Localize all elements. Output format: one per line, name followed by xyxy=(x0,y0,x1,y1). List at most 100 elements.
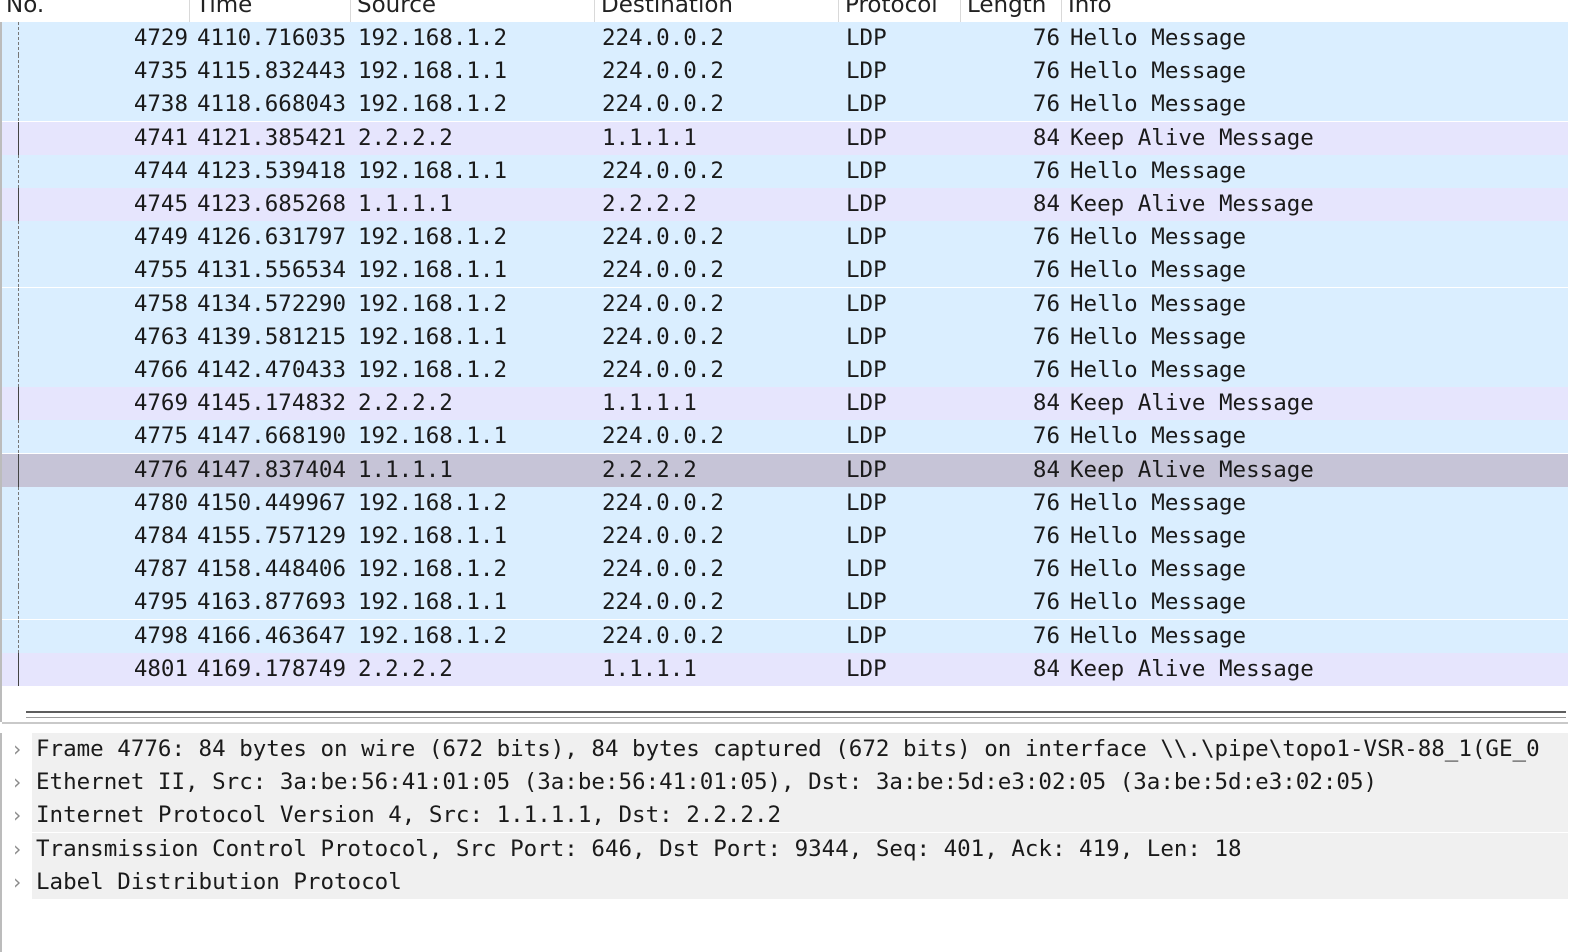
packet-row[interactable]: 4784 4155.757129 192.168.1.1 224.0.0.2 LDP 76… xyxy=(2,520,1568,553)
column-header-protocol[interactable]: Protocol xyxy=(839,0,961,22)
chevron-right-icon[interactable]: › xyxy=(11,766,25,799)
detail-tree-item[interactable]: › Transmission Control Protocol, Src Port… xyxy=(2,832,1568,866)
packet-row[interactable]: 4755 4131.556534 192.168.1.1 224.0.0.2 LDP 76… xyxy=(2,254,1568,288)
packet-time: 4131.556534 xyxy=(197,257,347,284)
related-packet-line xyxy=(18,652,19,686)
packet-row[interactable]: 4744 4123.539418 192.168.1.1 224.0.0.2 LDP 76… xyxy=(2,154,1568,188)
packet-info: Hello Message xyxy=(1070,357,1247,383)
column-header-no[interactable]: No. xyxy=(0,0,190,22)
packet-destination: 2.2.2.2 xyxy=(602,191,697,217)
packet-list[interactable]: 4729 4110.716035 192.168.1.2 224.0.0.2 LDP 76… xyxy=(0,22,1588,722)
packet-row[interactable]: 4741 4121.385421 2.2.2.2 1.1.1.1 LDP 84 Keep A… xyxy=(2,121,1568,155)
packet-row[interactable]: 4758 4134.572290 192.168.1.2 224.0.0.2 LDP 76… xyxy=(2,287,1568,321)
packet-source: 192.168.1.2 xyxy=(358,357,508,383)
packet-protocol: LDP xyxy=(846,456,887,483)
pane-splitter[interactable] xyxy=(2,722,1568,724)
packet-protocol: LDP xyxy=(846,224,887,251)
packet-length: 84 xyxy=(1032,124,1060,151)
detail-tree-item-label: Label Distribution Protocol xyxy=(36,868,402,895)
packet-row[interactable]: 4798 4166.463647 192.168.1.2 224.0.0.2 LDP 76… xyxy=(2,619,1568,653)
packet-length: 76 xyxy=(1032,556,1060,583)
packet-protocol: LDP xyxy=(846,523,887,549)
packet-row[interactable]: 4775 4147.668190 192.168.1.1 224.0.0.2 LDP 76… xyxy=(2,420,1568,454)
packet-protocol: LDP xyxy=(846,124,887,151)
related-packet-line xyxy=(18,154,19,188)
detail-tree-item[interactable]: › Frame 4776: 84 bytes on wire (672 bits)… xyxy=(2,733,1568,766)
packet-row[interactable]: 4787 4158.448406 192.168.1.2 224.0.0.2 LDP 76… xyxy=(2,553,1568,587)
packet-no: 4763 xyxy=(133,323,188,350)
detail-tree-item[interactable]: › Internet Protocol Version 4, Src: 1.1.1… xyxy=(2,799,1568,833)
column-header-destination[interactable]: Destination xyxy=(595,0,839,22)
packet-destination: 224.0.0.2 xyxy=(602,489,724,516)
packet-info: Hello Message xyxy=(1070,91,1247,118)
packet-source: 1.1.1.1 xyxy=(358,456,453,483)
column-header-info[interactable]: Info xyxy=(1062,0,1588,22)
detail-tree-item[interactable]: › Ethernet II, Src: 3a:be:56:41:01:05 (3a… xyxy=(2,766,1568,800)
packet-row[interactable]: 4769 4145.174832 2.2.2.2 1.1.1.1 LDP 84 Keep A… xyxy=(2,387,1568,421)
packet-length: 76 xyxy=(1032,423,1060,450)
column-header-time[interactable]: Time xyxy=(190,0,351,22)
chevron-right-icon[interactable]: › xyxy=(11,733,25,766)
packet-time: 4123.685268 xyxy=(197,191,347,217)
packet-length: 84 xyxy=(1032,390,1060,417)
packet-row[interactable]: 4735 4115.832443 192.168.1.1 224.0.0.2 LDP 76… xyxy=(2,55,1568,89)
packet-destination: 2.2.2.2 xyxy=(602,456,697,483)
packet-length: 76 xyxy=(1032,91,1060,118)
packet-row[interactable]: 4749 4126.631797 192.168.1.2 224.0.0.2 LDP 76… xyxy=(2,221,1568,255)
packet-protocol: LDP xyxy=(846,390,887,417)
packet-protocol: LDP xyxy=(846,589,887,616)
packet-protocol: LDP xyxy=(846,58,887,85)
packet-destination: 224.0.0.2 xyxy=(602,323,724,350)
column-header-protocol-label: Protocol xyxy=(845,0,938,18)
detail-tree-item[interactable]: › Label Distribution Protocol xyxy=(2,865,1568,899)
packet-time: 4110.716035 xyxy=(197,25,347,51)
detail-tree-item-label: Internet Protocol Version 4, Src: 1.1.1.… xyxy=(36,802,782,829)
packet-row[interactable]: 4745 4123.685268 1.1.1.1 2.2.2.2 LDP 84 Keep A… xyxy=(2,188,1568,221)
column-header-source-label: Source xyxy=(357,0,436,18)
packet-row-selected[interactable]: 4776 4147.837404 1.1.1.1 2.2.2.2 LDP 84 Keep A… xyxy=(2,453,1568,487)
packet-info: Keep Alive Message xyxy=(1070,655,1314,682)
packet-details-tree[interactable]: › Frame 4776: 84 bytes on wire (672 bits)… xyxy=(0,733,1588,952)
packet-protocol: LDP xyxy=(846,91,887,118)
packet-length: 76 xyxy=(1032,323,1060,350)
packet-row[interactable]: 4766 4142.470433 192.168.1.2 224.0.0.2 LDP 76… xyxy=(2,354,1568,387)
packet-time: 4123.539418 xyxy=(197,157,347,184)
column-header-time-label: Time xyxy=(196,0,253,18)
column-header-destination-label: Destination xyxy=(601,0,733,18)
detail-tree-item-label: Ethernet II, Src: 3a:be:56:41:01:05 (3a:… xyxy=(36,769,1378,796)
detail-tree-item-label: Frame 4776: 84 bytes on wire (672 bits),… xyxy=(36,736,1540,762)
packet-length: 76 xyxy=(1032,58,1060,85)
related-packet-line xyxy=(18,586,19,620)
packet-no: 4784 xyxy=(133,523,188,549)
related-packet-line xyxy=(18,453,19,487)
packet-row[interactable]: 4738 4118.668043 192.168.1.2 224.0.0.2 LDP 76… xyxy=(2,88,1568,122)
packet-time: 4166.463647 xyxy=(197,622,347,649)
packet-row[interactable]: 4795 4163.877693 192.168.1.1 224.0.0.2 LDP 76… xyxy=(2,586,1568,620)
packet-destination: 224.0.0.2 xyxy=(602,357,724,383)
packet-no: 4766 xyxy=(133,357,188,383)
packet-no: 4745 xyxy=(133,191,188,217)
column-header-source[interactable]: Source xyxy=(351,0,595,22)
packet-no: 4738 xyxy=(133,91,188,118)
packet-length: 76 xyxy=(1032,290,1060,317)
packet-destination: 1.1.1.1 xyxy=(602,124,697,151)
packet-row[interactable]: 4780 4150.449967 192.168.1.2 224.0.0.2 LDP 76… xyxy=(2,486,1568,520)
packet-info: Hello Message xyxy=(1070,25,1247,51)
packet-row[interactable]: 4763 4139.581215 192.168.1.1 224.0.0.2 LDP 76… xyxy=(2,320,1568,354)
packet-time: 4163.877693 xyxy=(197,589,347,616)
packet-row[interactable]: 4729 4110.716035 192.168.1.2 224.0.0.2 LDP 76… xyxy=(2,22,1568,55)
packet-source: 192.168.1.1 xyxy=(358,157,508,184)
packet-protocol: LDP xyxy=(846,25,887,51)
packet-list-horizontal-scrollbar[interactable] xyxy=(26,711,1566,718)
chevron-right-icon[interactable]: › xyxy=(11,833,25,866)
chevron-right-icon[interactable]: › xyxy=(11,866,25,899)
chevron-right-icon[interactable]: › xyxy=(11,799,25,832)
packet-time: 4139.581215 xyxy=(197,323,347,350)
related-packet-line xyxy=(18,121,19,155)
packet-info: Keep Alive Message xyxy=(1070,191,1314,217)
packet-row[interactable]: 4801 4169.178749 2.2.2.2 1.1.1.1 LDP 84 Keep A… xyxy=(2,652,1568,686)
column-header-length[interactable]: Length xyxy=(961,0,1062,22)
packet-source: 192.168.1.1 xyxy=(358,589,508,616)
packet-info: Hello Message xyxy=(1070,423,1247,450)
packet-protocol: LDP xyxy=(846,257,887,284)
